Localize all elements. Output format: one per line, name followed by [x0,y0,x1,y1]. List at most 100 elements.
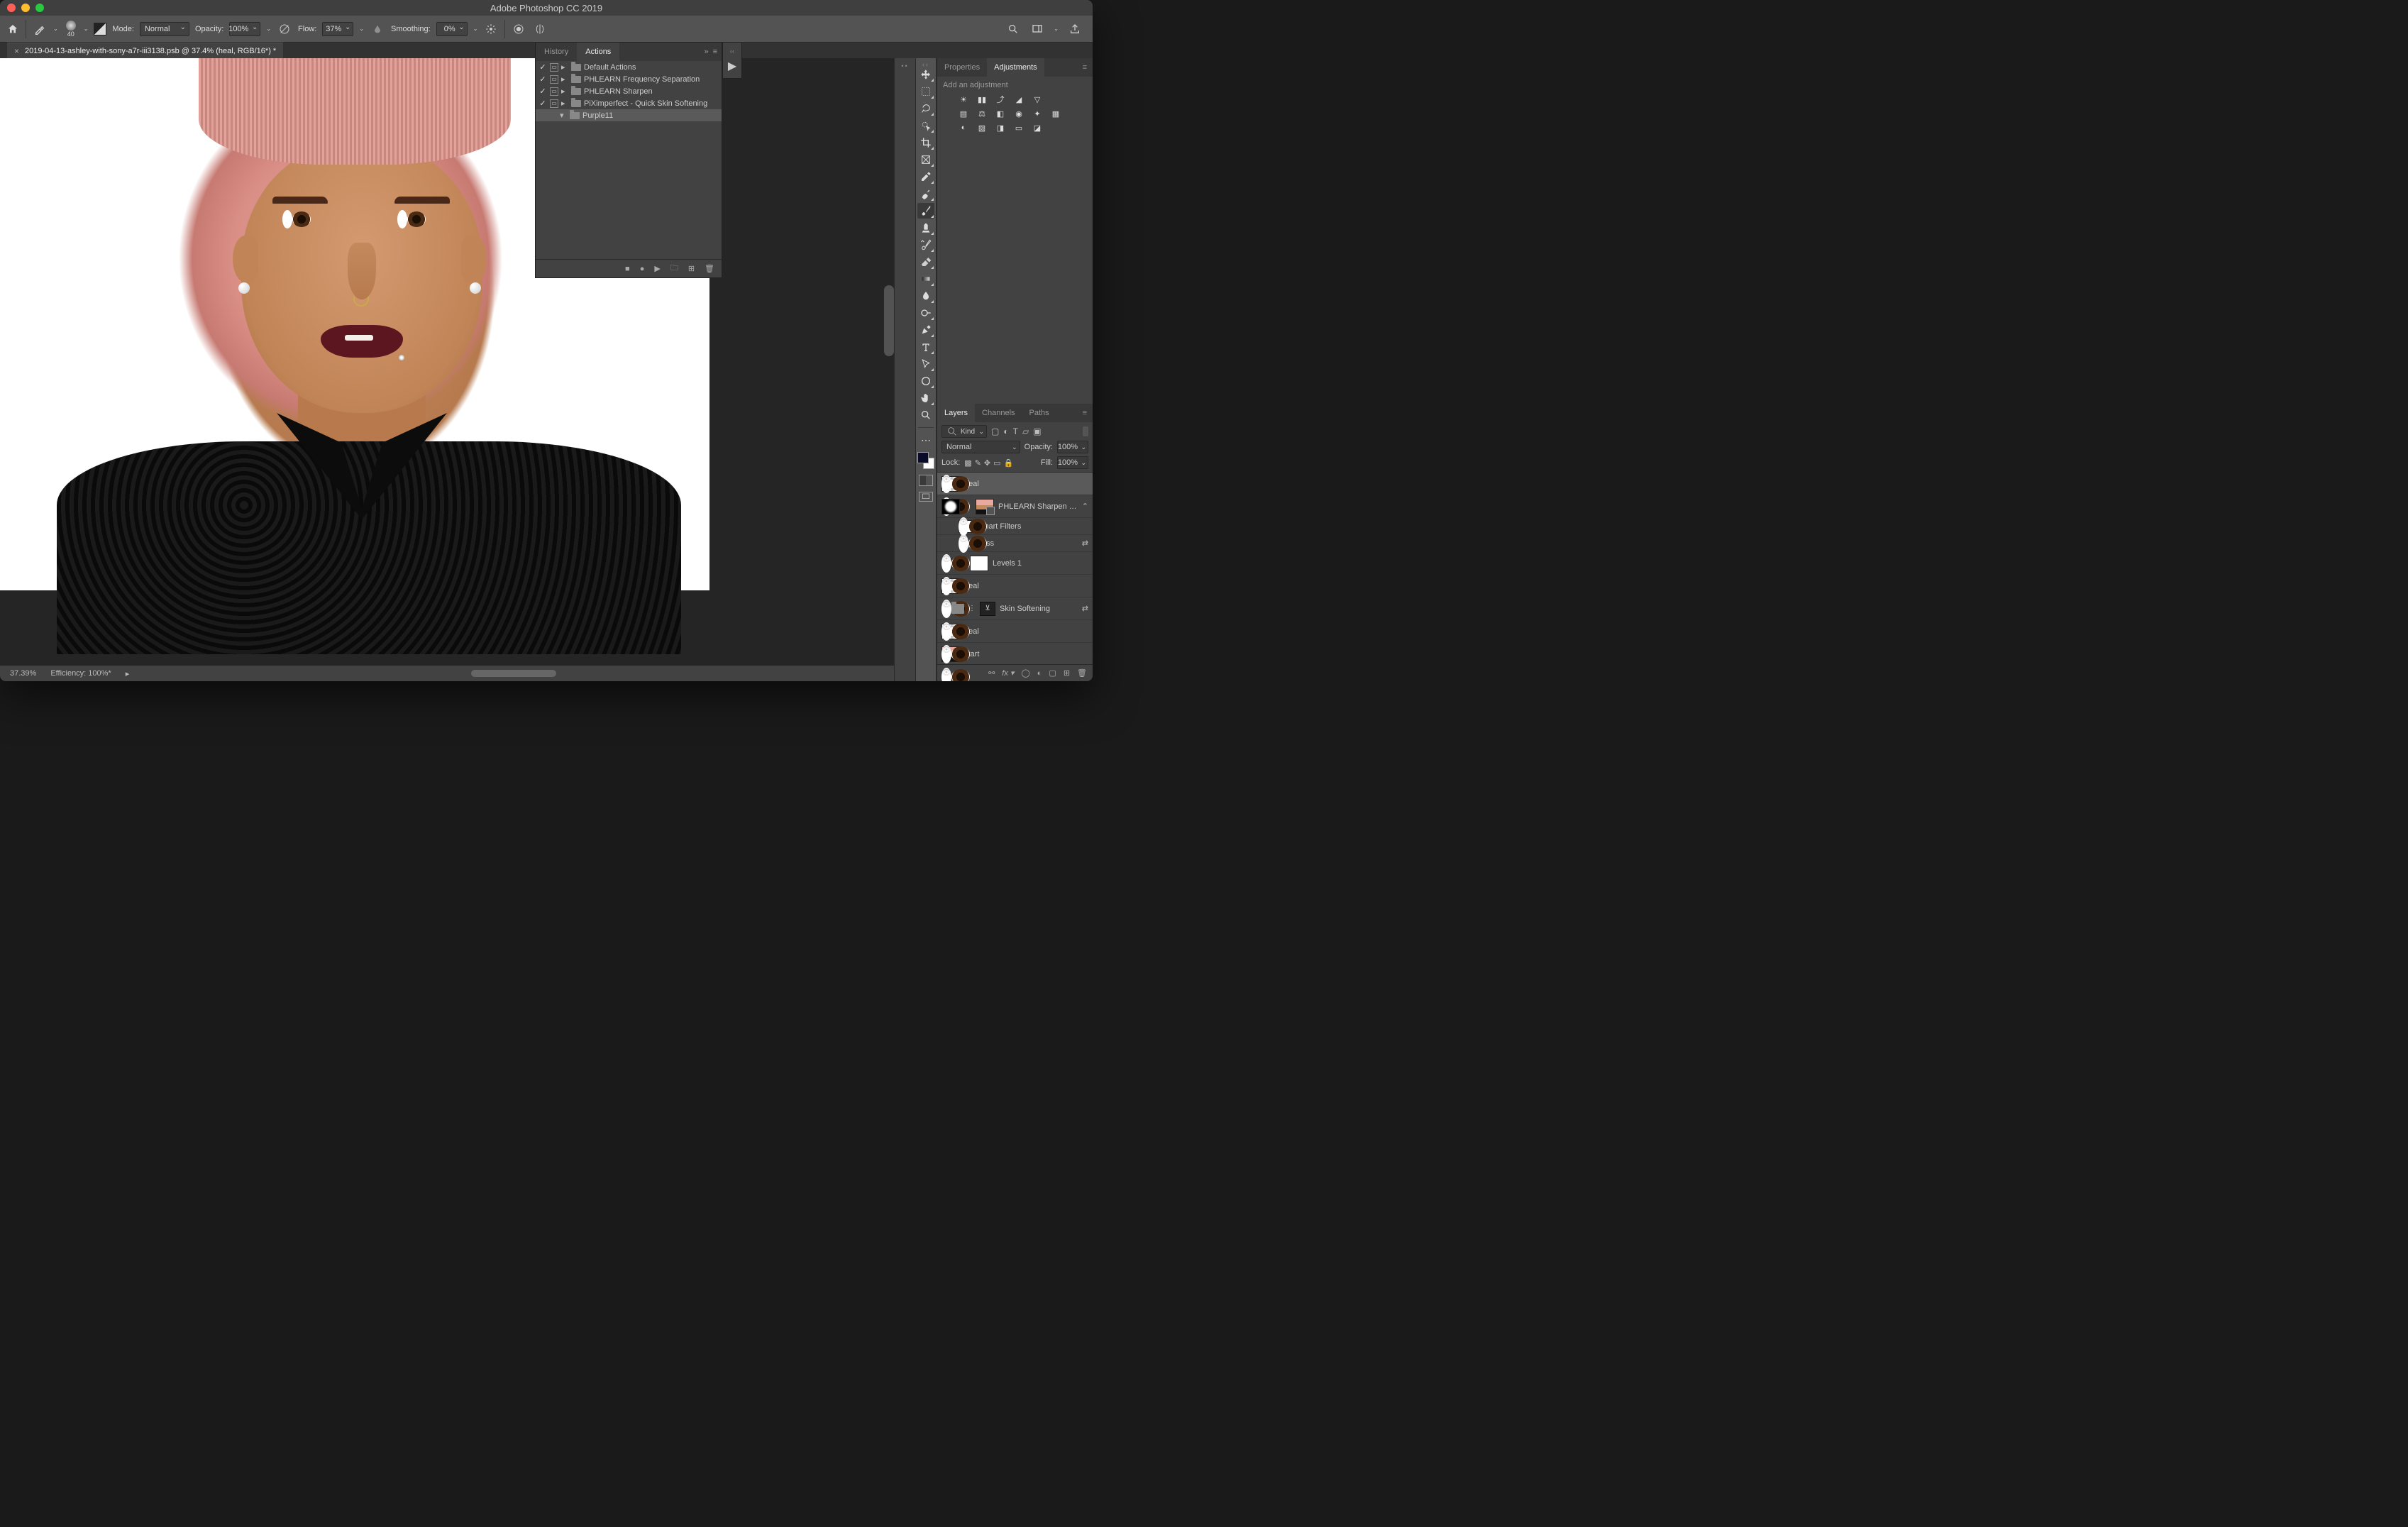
blend-mode-dropdown[interactable]: Normal [140,22,189,36]
layer-row[interactable]: 👁 heal [937,575,1093,597]
close-tab-button[interactable]: × [14,46,19,56]
history-brush-tool[interactable] [917,237,934,253]
link-layers-button[interactable]: ⚯ [988,668,995,678]
curves-icon[interactable]: ⤴ [994,94,1007,105]
layer-filter-kind[interactable]: Kind [941,425,987,438]
layer-filter-icons[interactable]: ▢ ◐ T ▱ ▣ [991,426,1042,436]
move-tool[interactable] [917,67,934,82]
visibility-toggle[interactable]: 👁 [959,534,968,553]
gradient-map-icon[interactable]: ▭ [1012,122,1025,133]
visibility-toggle[interactable]: 👁 [959,517,968,536]
panel-menu-button[interactable]: ≡ [1083,63,1093,72]
airbrush-toggle[interactable] [370,21,385,37]
filter-shape-icon[interactable]: ▱ [1022,426,1029,436]
disclosure-triangle[interactable]: ▸ [561,75,568,84]
filter-smart-icon[interactable]: ▣ [1033,426,1041,436]
smoothing-options-button[interactable] [483,21,499,37]
toggle-checkbox[interactable]: ✓ [539,87,547,96]
collapse-panel-button[interactable]: » [704,48,708,56]
levels-icon[interactable]: ▮▮ [976,94,988,105]
dialog-toggle[interactable]: ▭ [550,87,558,96]
photo-filter-icon[interactable]: ◉ [1012,108,1025,119]
posterize-icon[interactable]: ▨ [976,122,988,133]
quick-selection-tool[interactable] [917,118,934,133]
hand-tool[interactable] [917,390,934,406]
group-adj-thumbnail[interactable]: ⊻ [980,602,995,616]
collapse-button[interactable]: ‹‹ [730,48,734,55]
layer-mask-thumbnail[interactable] [970,556,988,571]
tab-history[interactable]: History [536,43,577,61]
pen-tool[interactable] [917,322,934,338]
layer-row[interactable]: 👁 heal [937,473,1093,495]
smart-filters-row[interactable]: 👁 Smart Filters [937,518,1093,535]
pressure-size-toggle[interactable] [511,21,526,37]
visibility-toggle[interactable]: 👁 [941,645,951,663]
chevron-down-icon[interactable]: ⌄ [1054,26,1059,32]
chevron-down-icon[interactable]: ⌄ [53,26,58,32]
filter-adjustment-icon[interactable]: ◐ [1003,426,1008,436]
blending-options-icon[interactable]: ⇄ [1082,604,1088,613]
panel-menu-button[interactable]: ≡ [1083,409,1093,417]
home-button[interactable] [6,22,20,36]
blur-tool[interactable] [917,288,934,304]
minimize-window-button[interactable] [21,4,30,12]
tab-channels[interactable]: Channels [975,404,1022,422]
document-tab[interactable]: × 2019-04-13-ashley-with-sony-a7r-iii313… [7,43,283,58]
layer-opacity-input[interactable]: 100% [1057,441,1088,453]
status-menu-chevron[interactable]: ▸ [126,669,130,678]
share-button[interactable] [1067,21,1083,37]
tab-actions[interactable]: Actions [577,43,619,61]
color-lookup-icon[interactable]: ▦ [1049,108,1062,119]
filter-pixel-icon[interactable]: ▢ [991,426,999,436]
horizontal-scrollbar-track[interactable] [143,670,884,677]
dialog-toggle[interactable]: ▭ [550,99,558,108]
action-set-row[interactable]: ▾ Purple11 [536,109,722,121]
layer-name[interactable]: heal [964,582,1088,590]
path-selection-tool[interactable] [917,356,934,372]
vibrance-icon[interactable]: ▽ [1031,94,1044,105]
clone-stamp-tool[interactable] [917,220,934,236]
channel-mixer-icon[interactable]: ✦ [1031,108,1044,119]
shape-tool[interactable] [917,373,934,389]
pressure-opacity-toggle[interactable] [277,21,292,37]
smoothing-input[interactable]: 0% [436,22,468,36]
invert-icon[interactable]: ◐ [957,122,970,133]
lasso-tool[interactable] [917,101,934,116]
screen-mode-button[interactable] [919,492,933,502]
frame-tool[interactable] [917,152,934,167]
brightness-contrast-icon[interactable]: ☀ [957,94,970,105]
stop-button[interactable]: ■ [625,265,630,273]
marquee-tool[interactable] [917,84,934,99]
visibility-toggle[interactable]: 👁 [941,600,951,618]
exposure-icon[interactable]: ◢ [1012,94,1025,105]
flow-input[interactable]: 37% [322,22,353,36]
layer-mask-thumbnail[interactable] [941,499,960,514]
visibility-toggle[interactable]: 👁 [941,475,951,493]
delete-button[interactable]: 🗑 [705,264,714,273]
brush-settings-toggle[interactable] [94,23,106,35]
dodge-tool[interactable] [917,305,934,321]
gradient-tool[interactable] [917,271,934,287]
disclosure-triangle[interactable]: ▾ [560,111,567,120]
layer-row[interactable]: 👁 start [937,643,1093,664]
action-set-row[interactable]: ✓ ▭ ▸ Default Actions [536,61,722,73]
hue-sat-icon[interactable]: ▤ [957,108,970,119]
layer-row[interactable]: 👁 ⋮ Levels 1 [937,552,1093,575]
healing-brush-tool[interactable] [917,186,934,202]
play-button[interactable]: ▶ [654,264,660,273]
toggle-checkbox[interactable]: ✓ [539,75,547,84]
filter-type-icon[interactable]: T [1013,426,1018,436]
search-button[interactable] [1005,21,1021,37]
play-action-button[interactable]: ▶ [728,59,736,73]
layer-name[interactable]: heal [964,480,1088,488]
color-balance-icon[interactable]: ⚖ [976,108,988,119]
bw-icon[interactable]: ◧ [994,108,1007,119]
horizontal-scrollbar-thumb[interactable] [471,670,556,677]
blending-options-icon[interactable]: ⇄ [1082,539,1088,548]
opacity-input[interactable]: 100% [229,22,260,36]
new-layer-button[interactable]: ⊞ [1064,668,1070,678]
add-mask-button[interactable]: ◯ [1021,668,1029,678]
chevron-down-icon[interactable]: ⌄ [84,26,89,32]
dialog-toggle[interactable]: ▭ [550,75,558,84]
lock-pixels-icon[interactable]: ✎ [975,458,981,468]
